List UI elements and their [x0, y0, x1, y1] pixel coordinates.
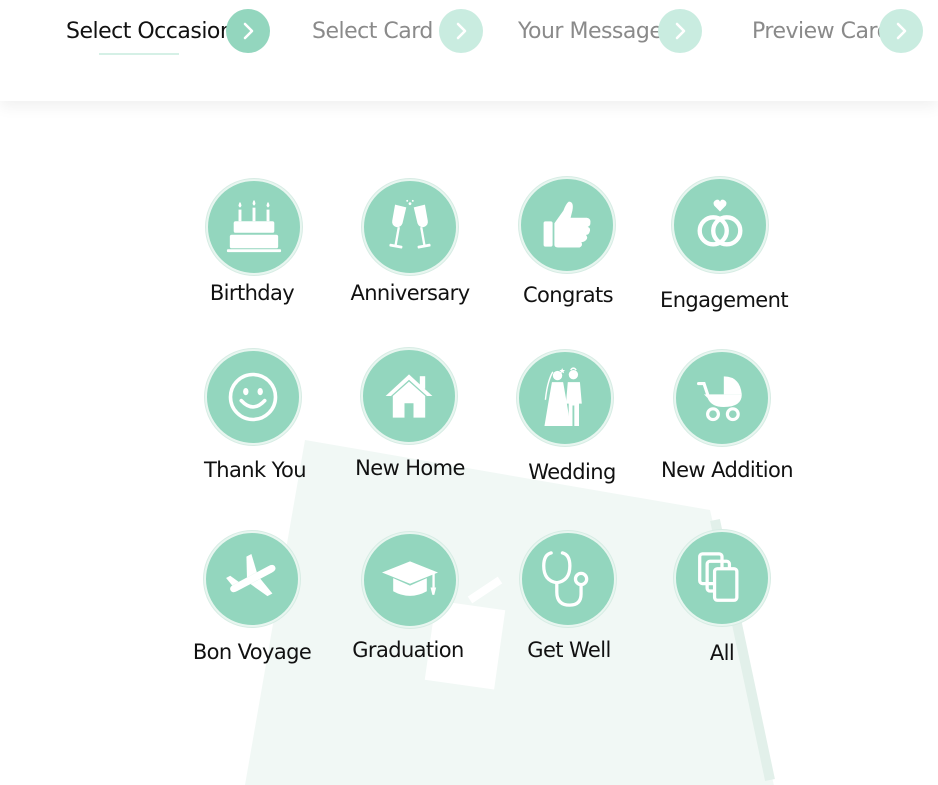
step-label: Your Message	[518, 18, 663, 44]
step-label: Preview Card	[752, 18, 891, 44]
baby-stroller-icon[interactable]	[674, 350, 770, 446]
cards-stack-icon[interactable]	[674, 530, 770, 626]
step-select-card[interactable]: Select Card	[312, 9, 487, 53]
step-progress-header: Select Occasion Select Card Your Message…	[0, 0, 938, 101]
champagne-glasses-icon[interactable]	[362, 179, 458, 275]
occasion-label: Birthday	[209, 281, 295, 305]
chevron-right-icon[interactable]	[658, 9, 702, 53]
chevron-right-icon[interactable]	[879, 9, 923, 53]
occasion-label: All	[709, 641, 735, 665]
occasion-label: Graduation	[352, 638, 464, 662]
occasion-label: Anniversary	[350, 281, 470, 305]
occasion-engagement[interactable]: Engagement	[640, 175, 800, 325]
chevron-right-icon[interactable]	[226, 9, 270, 53]
occasion-label: Get Well	[527, 638, 611, 662]
occasion-wedding[interactable]: Wedding	[487, 346, 647, 496]
occasion-label: Congrats	[522, 283, 614, 307]
step-label: Select Occasion	[66, 18, 234, 44]
occasion-new-addition[interactable]: New Addition	[640, 346, 800, 496]
stethoscope-icon[interactable]	[520, 531, 616, 627]
airplane-icon[interactable]	[204, 531, 300, 627]
occasion-all[interactable]: All	[640, 528, 800, 678]
occasion-label: Bon Voyage	[192, 640, 312, 664]
smiley-icon[interactable]	[205, 349, 301, 445]
occasion-label: Thank You	[204, 458, 307, 482]
occasion-new-home[interactable]: New Home	[330, 346, 490, 496]
occasion-congrats[interactable]: Congrats	[487, 175, 647, 325]
step-select-occasion[interactable]: Select Occasion	[66, 9, 276, 53]
occasion-thank-you[interactable]: Thank You	[174, 346, 334, 496]
occasion-get-well[interactable]: Get Well	[487, 528, 647, 678]
chevron-right-icon[interactable]	[439, 9, 483, 53]
occasion-label: New Addition	[661, 458, 794, 482]
house-icon[interactable]	[361, 348, 457, 444]
occasion-bon-voyage[interactable]: Bon Voyage	[174, 528, 334, 678]
graduation-cap-icon[interactable]	[362, 532, 458, 628]
active-step-underline	[99, 53, 179, 55]
thumbs-up-icon[interactable]	[519, 177, 615, 273]
birthday-cake-icon[interactable]	[206, 179, 302, 275]
occasion-birthday[interactable]: Birthday	[174, 175, 334, 325]
occasion-label: New Home	[355, 456, 465, 480]
occasion-label: Wedding	[528, 460, 616, 484]
occasion-graduation[interactable]: Graduation	[330, 528, 490, 678]
step-preview-card[interactable]: Preview Card	[752, 9, 927, 53]
occasion-label: Engagement	[660, 288, 789, 312]
occasion-anniversary[interactable]: Anniversary	[330, 175, 490, 325]
step-your-message[interactable]: Your Message	[518, 9, 708, 53]
step-label: Select Card	[312, 18, 433, 44]
bride-groom-icon[interactable]	[517, 350, 613, 446]
rings-icon[interactable]	[672, 177, 768, 273]
